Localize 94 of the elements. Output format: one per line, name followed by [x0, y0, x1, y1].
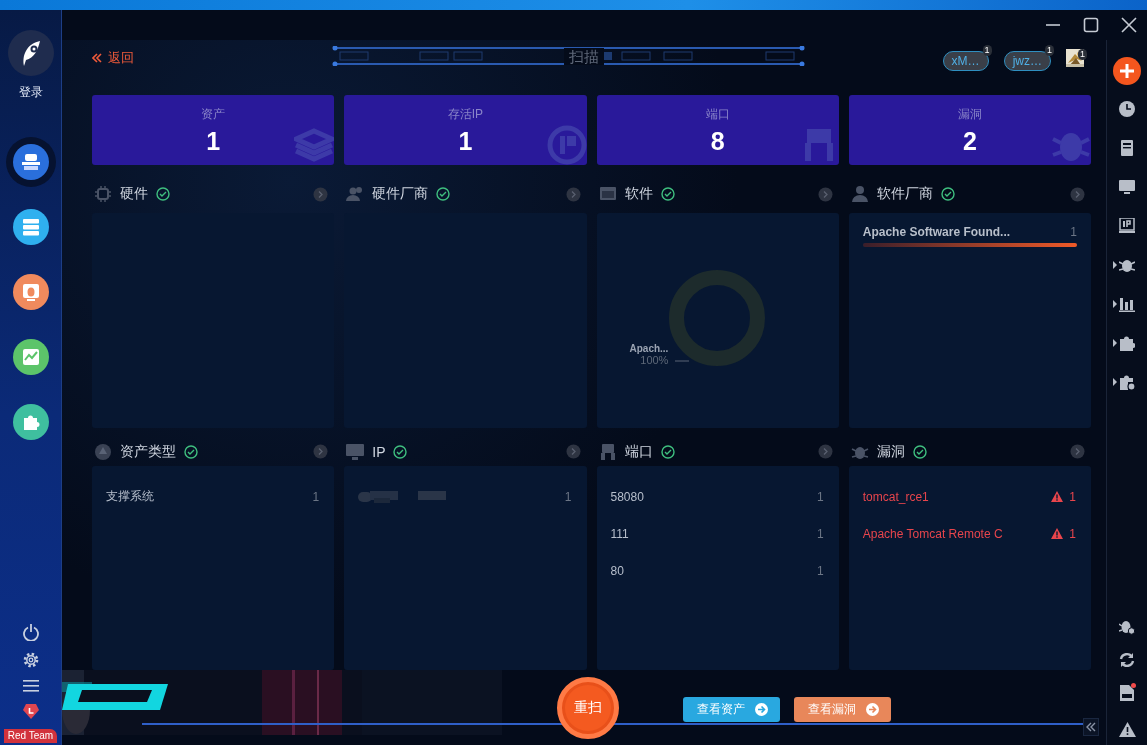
bug-gear-icon[interactable] [1119, 619, 1135, 635]
count-badge: 1 [1044, 44, 1054, 56]
warning-icon[interactable] [1118, 722, 1136, 737]
chart-value: 100% [639, 354, 669, 366]
chevron-circle-icon[interactable] [565, 186, 581, 202]
puzzle-gear-icon[interactable] [1119, 374, 1135, 390]
chevron-circle-icon[interactable] [1070, 186, 1085, 202]
rescan-button[interactable]: 重扫 [557, 677, 619, 739]
log-file-icon[interactable] [1120, 685, 1134, 701]
maximize-icon[interactable] [1083, 17, 1099, 33]
login-link[interactable]: 登录 [18, 84, 43, 101]
count-badge: 1 [1078, 48, 1087, 60]
stamp-icon [19, 151, 42, 173]
settings-icon[interactable] [21, 651, 40, 669]
bar-chart-icon[interactable] [1119, 296, 1135, 312]
page-title: 扫描 [564, 48, 604, 65]
section-title: IP [372, 443, 386, 460]
monitor-icon [346, 442, 365, 461]
document-icon[interactable] [1119, 140, 1135, 156]
section-title: 硬件厂商 [372, 185, 429, 203]
clock-icon[interactable] [1119, 101, 1135, 117]
view-button[interactable]: 查看资产 [683, 697, 780, 722]
window-icon [598, 185, 617, 203]
item-count: 1 [564, 489, 572, 504]
item-count: 1 [817, 526, 824, 541]
caret-right-icon [1113, 339, 1117, 347]
users-icon [346, 185, 365, 203]
leader-line [674, 360, 689, 362]
item-count: 1 [1069, 489, 1076, 504]
nav-button[interactable] [12, 339, 49, 375]
count-badge: 1 [982, 44, 992, 56]
power-icon[interactable] [21, 623, 40, 641]
section-title: 软件 [624, 185, 653, 203]
item-count: 1 [817, 489, 824, 504]
user-icon [850, 185, 869, 203]
chevron-circle-icon[interactable] [565, 444, 581, 459]
item-count: 1 [1070, 225, 1077, 239]
stat-label: 存活IP [447, 106, 484, 123]
item-count: 1 [817, 563, 824, 578]
close-icon[interactable] [1121, 17, 1137, 33]
list-item-label: 111 [610, 526, 629, 541]
layers-icon [294, 125, 335, 165]
vulnerability-name[interactable]: tomcat_rce1 [862, 489, 929, 504]
item-count: 1 [312, 489, 320, 504]
team-badge: Red Team [3, 729, 58, 743]
view-button[interactable]: 查看漏洞 [794, 697, 891, 722]
caret-right-icon [1113, 300, 1117, 308]
list-item-label: 58080 [610, 489, 644, 504]
menu-icon[interactable] [22, 679, 39, 693]
section-title: 端口 [624, 442, 653, 461]
chevron-circle-icon[interactable] [817, 444, 833, 459]
stat-value: 1 [458, 127, 473, 156]
chevron-circle-icon[interactable] [313, 186, 329, 202]
warning-icon [1051, 491, 1064, 502]
stat-label: 漏洞 [957, 106, 982, 123]
item-count: 1 [1069, 526, 1076, 541]
section-title: 漏洞 [876, 442, 905, 461]
nav-button[interactable] [12, 209, 49, 245]
shapes-icon [94, 442, 112, 461]
vulnerability-name[interactable]: Apache Tomcat Remote C [862, 526, 1003, 541]
monitor-icon[interactable] [1119, 179, 1135, 195]
list-item-label: 支撑系统 [106, 488, 154, 505]
section-title: 硬件 [120, 185, 148, 203]
refresh-icon[interactable] [1119, 652, 1135, 668]
puzzle-icon[interactable] [1119, 335, 1135, 351]
warning-icon [1051, 528, 1064, 539]
ip-icon[interactable] [1119, 218, 1135, 234]
chevron-circle-icon[interactable] [817, 186, 833, 202]
nav-button[interactable] [12, 404, 49, 440]
heart-badge-icon [21, 703, 40, 719]
vendor-name: Apache Software Found... [862, 225, 1011, 239]
stat-label: 端口 [705, 106, 730, 123]
collapse-button[interactable] [1083, 718, 1099, 736]
arrow-circle-right-icon [866, 703, 879, 716]
double-chevron-left-icon [92, 52, 102, 63]
stat-label: 资产 [201, 106, 226, 123]
ip-icon [546, 125, 587, 165]
double-chevron-left-icon [1086, 722, 1096, 732]
chart-label: Apach... [629, 343, 669, 354]
arrow-circle-right-icon [755, 703, 768, 716]
stat-value: 1 [206, 127, 221, 156]
caret-right-icon [1113, 378, 1117, 386]
nav-button[interactable] [12, 274, 49, 310]
chevron-circle-icon[interactable] [313, 444, 329, 459]
stat-value: 2 [962, 127, 977, 156]
stat-value: 8 [710, 127, 725, 156]
plus-icon[interactable] [1113, 57, 1141, 85]
chevron-circle-icon[interactable] [1070, 444, 1085, 459]
section-title: 资产类型 [120, 442, 176, 461]
chip-icon [94, 185, 112, 203]
list-item-label: 80 [610, 563, 624, 578]
section-title: 软件厂商 [876, 185, 933, 203]
back-link[interactable]: 返回 [92, 48, 134, 67]
caret-right-icon [1113, 261, 1117, 269]
